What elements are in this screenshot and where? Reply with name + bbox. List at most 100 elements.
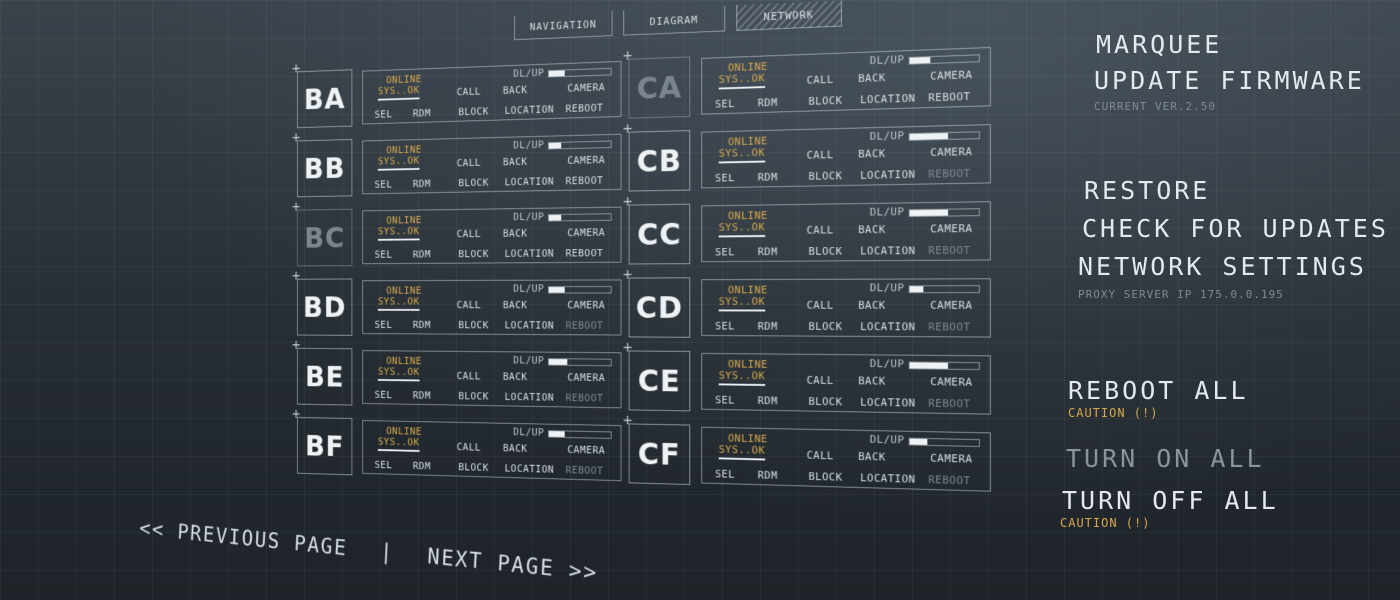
call-button[interactable]: CALL: [807, 148, 834, 161]
sel-button[interactable]: SEL: [715, 98, 735, 111]
call-button[interactable]: CALL: [457, 228, 481, 240]
device-tile[interactable]: + BF: [291, 407, 353, 476]
device-tile[interactable]: + CC: [622, 194, 691, 265]
sel-button[interactable]: SEL: [715, 394, 735, 407]
marquee-button[interactable]: MARQUEE: [1096, 30, 1222, 59]
back-button[interactable]: BACK: [503, 156, 528, 168]
block-button[interactable]: BLOCK: [458, 248, 488, 260]
rdm-button[interactable]: RDM: [758, 171, 778, 184]
location-button[interactable]: LOCATION: [860, 396, 915, 410]
turn-off-all-button[interactable]: TURN OFF ALL: [1062, 486, 1279, 515]
sel-button[interactable]: SEL: [715, 468, 735, 481]
back-button[interactable]: BACK: [503, 227, 528, 239]
location-button[interactable]: LOCATION: [860, 92, 915, 106]
rdm-button[interactable]: RDM: [413, 248, 431, 260]
network-settings-button[interactable]: NETWORK SETTINGS: [1078, 252, 1367, 281]
rdm-button[interactable]: RDM: [413, 389, 431, 401]
location-button[interactable]: LOCATION: [505, 391, 555, 404]
reboot-button[interactable]: REBOOT: [928, 397, 970, 410]
block-button[interactable]: BLOCK: [458, 105, 488, 118]
reboot-button[interactable]: REBOOT: [928, 244, 970, 257]
rdm-button[interactable]: RDM: [758, 245, 778, 258]
call-button[interactable]: CALL: [807, 73, 834, 86]
sel-button[interactable]: SEL: [715, 246, 735, 258]
rdm-button[interactable]: RDM: [758, 469, 778, 482]
rdm-button[interactable]: RDM: [413, 178, 431, 190]
reboot-button[interactable]: REBOOT: [566, 319, 604, 331]
reboot-button[interactable]: REBOOT: [566, 464, 604, 477]
back-button[interactable]: BACK: [858, 299, 886, 312]
block-button[interactable]: BLOCK: [809, 170, 843, 183]
rdm-button[interactable]: RDM: [758, 320, 778, 333]
back-button[interactable]: BACK: [858, 375, 886, 388]
call-button[interactable]: CALL: [807, 374, 834, 387]
block-button[interactable]: BLOCK: [458, 390, 488, 402]
camera-button[interactable]: CAMERA: [930, 375, 972, 388]
rdm-button[interactable]: RDM: [413, 319, 431, 331]
call-button[interactable]: CALL: [457, 157, 481, 169]
reboot-button[interactable]: REBOOT: [928, 90, 970, 104]
turn-on-all-button[interactable]: TURN ON ALL: [1066, 444, 1265, 473]
location-button[interactable]: LOCATION: [505, 103, 555, 116]
location-button[interactable]: LOCATION: [505, 462, 555, 475]
camera-button[interactable]: CAMERA: [567, 444, 605, 457]
camera-button[interactable]: CAMERA: [567, 371, 605, 384]
reboot-button[interactable]: REBOOT: [566, 174, 604, 187]
rdm-button[interactable]: RDM: [758, 96, 778, 109]
call-button[interactable]: CALL: [807, 299, 834, 312]
device-tile[interactable]: + BC: [291, 200, 353, 267]
back-button[interactable]: BACK: [503, 371, 528, 383]
block-button[interactable]: BLOCK: [809, 94, 843, 108]
call-button[interactable]: CALL: [807, 224, 834, 237]
device-tile[interactable]: + BA: [291, 61, 353, 129]
tab-navigation[interactable]: NAVIGATION: [514, 10, 613, 41]
camera-button[interactable]: CAMERA: [567, 81, 605, 94]
call-button[interactable]: CALL: [457, 370, 481, 382]
reboot-button[interactable]: REBOOT: [566, 247, 604, 259]
update-firmware-button[interactable]: UPDATE FIRMWARE: [1094, 66, 1365, 95]
tab-network[interactable]: NETWORK: [736, 0, 842, 31]
rdm-button[interactable]: RDM: [413, 107, 431, 119]
camera-button[interactable]: CAMERA: [930, 452, 972, 466]
camera-button[interactable]: CAMERA: [567, 299, 605, 311]
sel-button[interactable]: SEL: [375, 459, 393, 471]
location-button[interactable]: LOCATION: [505, 247, 555, 259]
back-button[interactable]: BACK: [858, 450, 886, 463]
block-button[interactable]: BLOCK: [458, 319, 488, 331]
reboot-all-button[interactable]: REBOOT ALL: [1068, 376, 1249, 405]
back-button[interactable]: BACK: [858, 223, 886, 236]
restore-button[interactable]: RESTORE: [1084, 176, 1210, 205]
tab-diagram[interactable]: DIAGRAM: [623, 5, 726, 36]
location-button[interactable]: LOCATION: [860, 472, 915, 486]
reboot-button[interactable]: REBOOT: [928, 167, 970, 181]
back-button[interactable]: BACK: [858, 147, 886, 160]
sel-button[interactable]: SEL: [375, 178, 393, 190]
sel-button[interactable]: SEL: [375, 319, 393, 331]
call-button[interactable]: CALL: [457, 299, 481, 311]
camera-button[interactable]: CAMERA: [930, 68, 972, 82]
camera-button[interactable]: CAMERA: [930, 145, 972, 159]
block-button[interactable]: BLOCK: [809, 320, 843, 333]
call-button[interactable]: CALL: [807, 449, 834, 462]
block-button[interactable]: BLOCK: [809, 470, 843, 483]
call-button[interactable]: CALL: [457, 85, 481, 98]
block-button[interactable]: BLOCK: [458, 177, 488, 189]
back-button[interactable]: BACK: [503, 442, 528, 455]
rdm-button[interactable]: RDM: [413, 460, 431, 472]
sel-button[interactable]: SEL: [715, 172, 735, 185]
camera-button[interactable]: CAMERA: [567, 226, 605, 238]
device-tile[interactable]: + CF: [622, 413, 691, 486]
sel-button[interactable]: SEL: [715, 320, 735, 332]
sel-button[interactable]: SEL: [375, 249, 393, 261]
sel-button[interactable]: SEL: [375, 108, 393, 120]
location-button[interactable]: LOCATION: [505, 175, 555, 188]
reboot-button[interactable]: REBOOT: [928, 473, 970, 487]
camera-button[interactable]: CAMERA: [930, 222, 972, 235]
device-tile[interactable]: + BD: [291, 269, 353, 336]
camera-button[interactable]: CAMERA: [930, 299, 972, 312]
next-page-link[interactable]: NEXT PAGE >>: [427, 543, 599, 585]
back-button[interactable]: BACK: [503, 299, 528, 311]
reboot-button[interactable]: REBOOT: [566, 102, 604, 115]
block-button[interactable]: BLOCK: [458, 461, 488, 474]
reboot-button[interactable]: REBOOT: [928, 321, 970, 334]
